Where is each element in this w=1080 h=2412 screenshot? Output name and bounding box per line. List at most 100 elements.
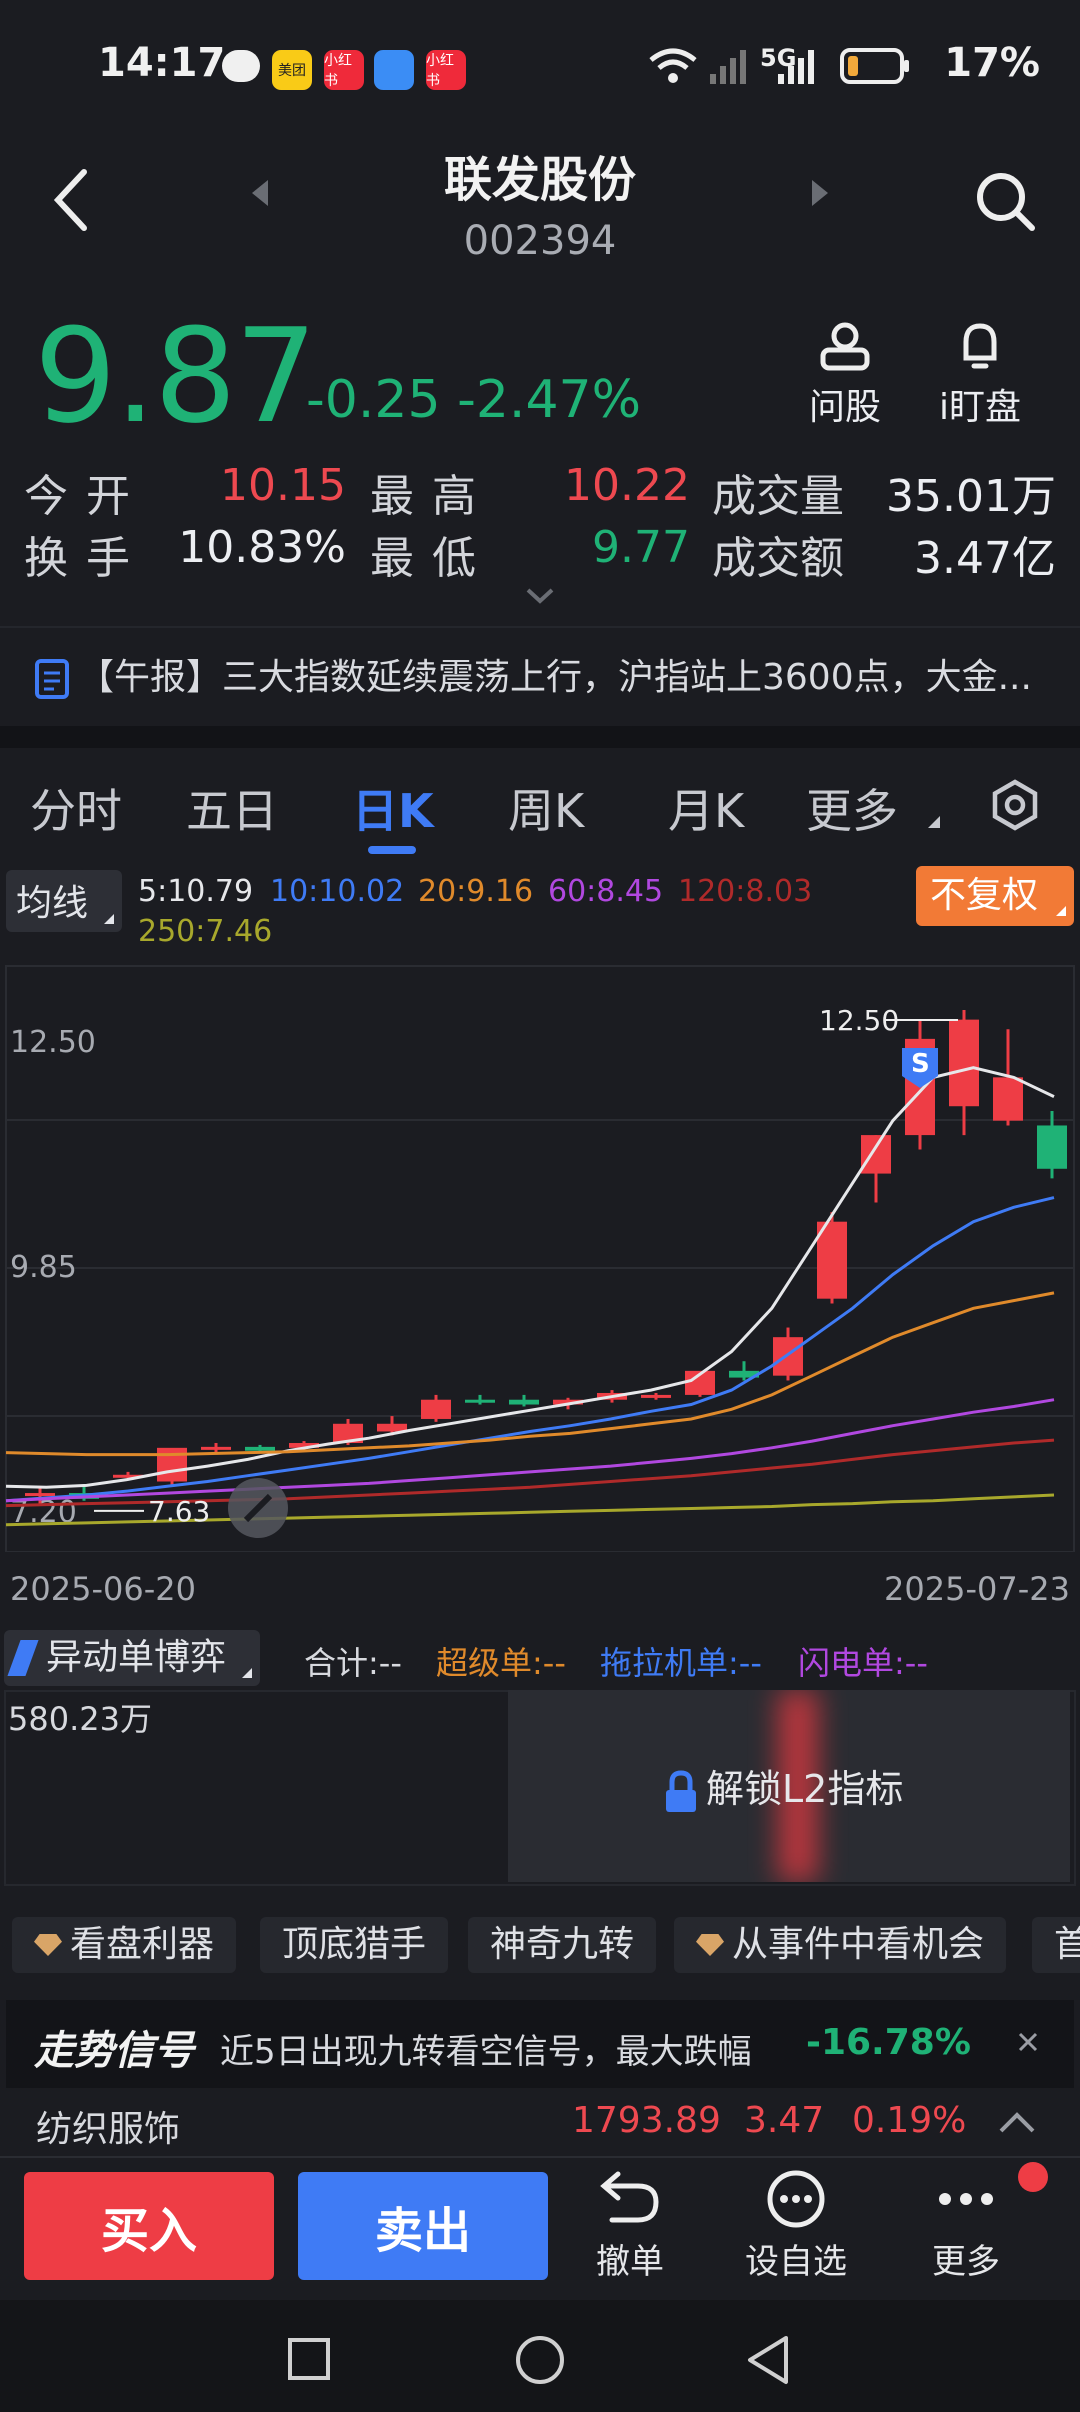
feature-tool-4[interactable]: 从事件中看机会 xyxy=(674,1917,1007,1973)
news-ticker[interactable]: 【午报】三大指数延续震荡上行，沪指站上3600点，大金... xyxy=(34,648,1032,700)
meituan-app-icon: 美团 xyxy=(272,50,312,90)
lock-icon xyxy=(666,1769,696,1812)
buy-button[interactable]: 买入 xyxy=(24,2172,274,2280)
kline-chart[interactable]: 12.509.857.2012.50S7.63 xyxy=(0,960,1080,1552)
cancel-order-button[interactable]: 撤单 xyxy=(570,2168,690,2283)
dropdown-icon xyxy=(104,914,115,924)
person-icon xyxy=(820,322,870,371)
chevron-up-icon[interactable] xyxy=(998,2110,1036,2134)
xiaohongshu-app-icon: 小红书 xyxy=(426,50,466,90)
signal-icon xyxy=(710,50,746,84)
feature-tool-3[interactable]: 神奇九转 xyxy=(468,1917,657,1973)
more-icon xyxy=(939,2193,993,2205)
undo-icon xyxy=(600,2171,659,2223)
capital-selector[interactable]: 异动单博弈 xyxy=(4,1630,261,1686)
tab-intraday[interactable]: 分时 xyxy=(30,775,122,841)
signal-label: S xyxy=(911,1049,930,1079)
recent-apps-icon[interactable] xyxy=(286,2336,332,2382)
candle xyxy=(25,1493,55,1497)
cancel-order-label: 撤单 xyxy=(596,2242,664,2282)
stat-value-high: 10.22 xyxy=(564,460,690,511)
battery-percent: 17% xyxy=(944,40,1040,86)
signal-banner[interactable]: 走势信号 近5日出现九转看空信号，最大跌幅 -16.78% xyxy=(6,2000,1074,2088)
more-actions-button[interactable]: 更多 xyxy=(906,2168,1026,2283)
status-time: 14:17 xyxy=(98,40,226,86)
add-watchlist-label: 设自选 xyxy=(745,2242,847,2282)
ma-selector-label: 均线 xyxy=(16,883,89,924)
feature-tool-1[interactable]: 看盘利器 xyxy=(12,1917,237,1973)
candle xyxy=(421,1399,451,1419)
candle xyxy=(773,1337,803,1376)
status-bar: 14:17 美团 小红书 小红书 5G 17% xyxy=(0,0,1080,130)
x-end-date: 2025-07-23 xyxy=(884,1570,1070,1608)
ma-60: 60:8.45 xyxy=(548,874,664,909)
wifi-icon xyxy=(649,48,697,83)
feature-tool-5[interactable]: 首 xyxy=(1032,1917,1080,1973)
stat-label-amount: 成交额 xyxy=(712,533,844,584)
signal-icon xyxy=(778,50,814,84)
unlock-label: 解锁L2指标 xyxy=(706,1767,904,1811)
tab-daily-k[interactable]: 日K xyxy=(352,775,434,841)
bag-app-icon xyxy=(374,50,414,90)
active-tab-indicator xyxy=(368,846,416,854)
unlock-l2-panel[interactable]: 解锁L2指标 xyxy=(508,1690,1070,1882)
ma-250: 250:7.46 xyxy=(138,914,273,949)
candle xyxy=(245,1446,275,1451)
add-watchlist-button[interactable]: 设自选 xyxy=(736,2168,856,2283)
current-price: 9.87 xyxy=(34,300,317,452)
diamond-icon xyxy=(696,1934,724,1956)
candle xyxy=(641,1394,671,1398)
sector-pct: 0.19% xyxy=(852,2100,967,2141)
candle xyxy=(201,1446,231,1450)
sector-bar[interactable]: 纺织服饰 1793.89 3.47 0.19% xyxy=(0,2088,1080,2158)
back-nav-icon[interactable] xyxy=(744,2334,792,2386)
xiaohongshu-app-icon: 小红书 xyxy=(324,50,364,90)
stat-label-turnover: 换手 xyxy=(24,533,148,584)
dropdown-icon xyxy=(242,1668,253,1678)
stat-value-low: 9.77 xyxy=(592,522,690,573)
adjust-button[interactable]: 不复权 xyxy=(916,866,1074,926)
signal-value: -16.78% xyxy=(806,2022,971,2063)
sector-price: 1793.89 xyxy=(572,2100,721,2141)
ma-10: 10:10.02 xyxy=(270,874,405,909)
capital-selector-label: 异动单博弈 xyxy=(46,1637,227,1678)
tab-monthly-k[interactable]: 月K xyxy=(668,775,744,841)
stat-value-volume: 35.01万 xyxy=(886,471,1056,522)
ma-5: 5:10.79 xyxy=(138,874,254,909)
ma-selector[interactable]: 均线 xyxy=(6,870,123,932)
capital-tractor: 拖拉机单:-- xyxy=(600,1644,762,1682)
y-tick-label: 12.50 xyxy=(10,1025,96,1060)
sell-button[interactable]: 卖出 xyxy=(298,2172,548,2280)
battery-icon xyxy=(840,48,909,84)
capital-super: 超级单:-- xyxy=(436,1644,566,1682)
ask-stock-label: 问股 xyxy=(808,387,881,428)
low-label: 7.63 xyxy=(148,1495,210,1528)
next-stock-icon[interactable] xyxy=(812,180,828,206)
stat-label-high: 最高 xyxy=(370,471,494,522)
capital-value: 580.23万 xyxy=(8,1700,152,1738)
stat-label-low: 最低 xyxy=(370,533,494,584)
stat-label-volume: 成交量 xyxy=(712,471,844,522)
expand-icon[interactable] xyxy=(524,586,556,606)
bell-icon xyxy=(963,323,997,369)
home-icon[interactable] xyxy=(514,2334,566,2386)
tab-weekly-k[interactable]: 周K xyxy=(508,775,584,841)
dropdown-icon xyxy=(1056,906,1066,916)
unlock-button[interactable]: 解锁L2指标 xyxy=(664,1758,903,1814)
tab-more[interactable]: 更多 xyxy=(806,775,898,841)
settings-icon[interactable] xyxy=(988,778,1042,832)
feature-tool-2[interactable]: 顶底猎手 xyxy=(260,1917,449,1973)
diamond-icon xyxy=(34,1934,62,1956)
watch-button[interactable]: i盯盘 xyxy=(932,320,1028,430)
ask-stock-button[interactable]: 问股 xyxy=(802,320,888,430)
ma-120: 120:8.03 xyxy=(678,874,813,909)
more-actions-label: 更多 xyxy=(932,2242,1000,2282)
watch-label: i盯盘 xyxy=(938,387,1021,428)
candle xyxy=(949,1019,979,1107)
document-icon xyxy=(35,659,69,699)
stat-value-turnover: 10.83% xyxy=(178,522,346,573)
tab-five-day[interactable]: 五日 xyxy=(186,775,278,841)
close-icon[interactable] xyxy=(1016,2030,1040,2054)
search-icon[interactable] xyxy=(974,170,1036,232)
more-circle-icon xyxy=(767,2170,825,2228)
